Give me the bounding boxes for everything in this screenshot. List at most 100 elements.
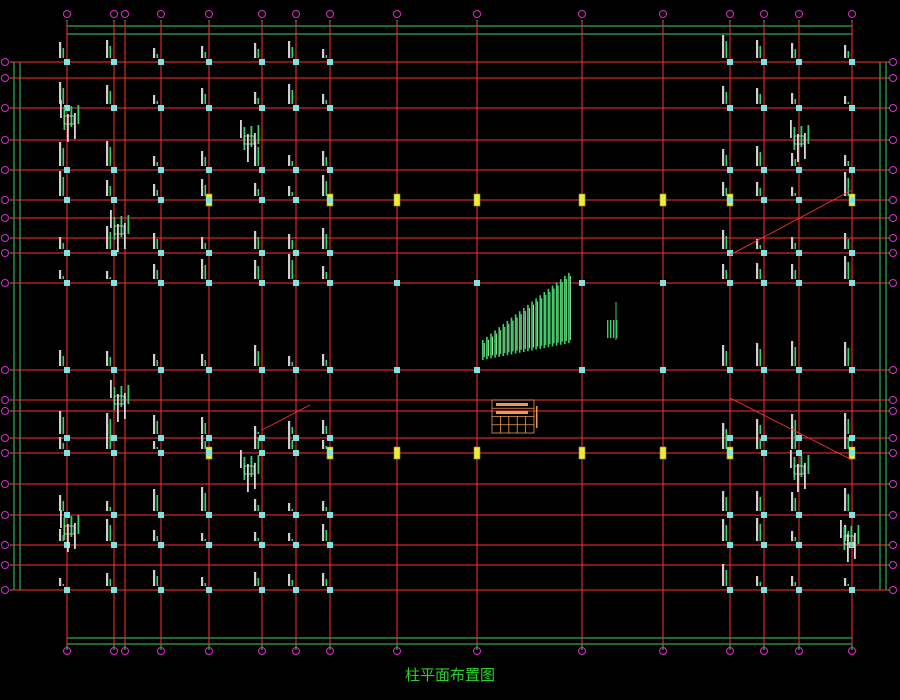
annotation-cluster-mark bbox=[110, 210, 112, 228]
column-small bbox=[64, 250, 70, 256]
column-small bbox=[761, 280, 767, 286]
column-small bbox=[761, 367, 767, 373]
column-small bbox=[206, 450, 212, 456]
column-small bbox=[727, 587, 733, 593]
column-small bbox=[259, 59, 265, 65]
column-tag bbox=[254, 260, 257, 279]
column-tag bbox=[791, 153, 794, 166]
column-small bbox=[796, 435, 802, 441]
column-tag bbox=[325, 272, 328, 279]
column-tag bbox=[722, 230, 725, 249]
column-tag bbox=[254, 92, 257, 104]
axis-bubble-left bbox=[1, 449, 9, 457]
column-tag bbox=[844, 578, 847, 586]
schedule-text-mark bbox=[535, 298, 537, 350]
column-tag bbox=[288, 434, 291, 449]
schedule-text-mark bbox=[482, 340, 484, 360]
column-tag bbox=[59, 171, 62, 196]
column-tag bbox=[153, 489, 156, 511]
column-small bbox=[327, 450, 333, 456]
annotation-cluster-mark bbox=[240, 450, 242, 468]
column-small bbox=[206, 435, 212, 441]
column-small bbox=[206, 250, 212, 256]
column-small bbox=[796, 542, 802, 548]
column-large bbox=[393, 446, 401, 460]
column-tag bbox=[59, 270, 62, 279]
leader-line bbox=[261, 404, 311, 431]
column-large bbox=[473, 446, 481, 460]
column-small bbox=[293, 542, 299, 548]
column-small bbox=[849, 59, 855, 65]
column-small bbox=[849, 367, 855, 373]
column-tag bbox=[109, 91, 112, 104]
column-tag bbox=[291, 260, 294, 279]
axis-bubble-top bbox=[726, 10, 734, 18]
axis-bubble-right bbox=[889, 249, 897, 257]
column-tag bbox=[204, 493, 207, 511]
column-small bbox=[394, 367, 400, 373]
column-tag bbox=[257, 266, 260, 279]
annotation-cluster-mark bbox=[790, 450, 792, 468]
column-small bbox=[111, 250, 117, 256]
column-small bbox=[158, 167, 164, 173]
column-small bbox=[111, 105, 117, 111]
axis-bubble-left bbox=[1, 234, 9, 242]
axis-bubble-right bbox=[889, 58, 897, 66]
column-small bbox=[158, 587, 164, 593]
schedule-text-mark bbox=[607, 320, 609, 338]
annotation-cluster-mark bbox=[127, 215, 130, 234]
column-small bbox=[158, 542, 164, 548]
axis-bubble-top bbox=[795, 10, 803, 18]
column-small bbox=[206, 512, 212, 518]
column-tag bbox=[759, 269, 762, 279]
column-large bbox=[578, 193, 586, 207]
column-tag bbox=[325, 100, 328, 104]
column-tag bbox=[62, 88, 65, 104]
column-tag bbox=[322, 524, 325, 541]
column-small bbox=[849, 167, 855, 173]
column-small bbox=[293, 367, 299, 373]
annotation-cluster-mark bbox=[797, 134, 799, 162]
schedule-text-mark bbox=[541, 298, 543, 346]
column-tag bbox=[847, 584, 850, 586]
column-tag bbox=[254, 183, 257, 196]
column-small bbox=[849, 197, 855, 203]
column-tag bbox=[288, 421, 291, 434]
column-tag bbox=[156, 162, 159, 166]
column-tag bbox=[322, 440, 325, 449]
column-small bbox=[849, 450, 855, 456]
schedule-text-mark bbox=[492, 336, 493, 356]
grid-lines bbox=[12, 22, 888, 645]
axis-bubble-right bbox=[889, 136, 897, 144]
column-tag bbox=[725, 570, 728, 586]
schedule-text-mark bbox=[483, 343, 485, 357]
axis-bubble-top bbox=[292, 10, 300, 18]
schedule-text-mark bbox=[545, 295, 547, 345]
axis-bubble-top bbox=[205, 10, 213, 18]
column-tag bbox=[109, 507, 112, 511]
column-tag bbox=[325, 426, 328, 434]
column-tag bbox=[291, 539, 294, 541]
column-small bbox=[327, 512, 333, 518]
column-tag bbox=[325, 181, 328, 196]
column-small bbox=[849, 587, 855, 593]
column-large bbox=[659, 446, 667, 460]
axis-bubble-top bbox=[63, 10, 71, 18]
column-tag bbox=[794, 347, 797, 366]
annotation-box bbox=[243, 465, 255, 475]
column-small bbox=[206, 167, 212, 173]
column-small bbox=[849, 512, 855, 518]
axis-bubble-left bbox=[1, 366, 9, 374]
axis-bubble-left bbox=[1, 434, 9, 442]
column-small bbox=[327, 105, 333, 111]
axis-bubble-right bbox=[889, 396, 897, 404]
column-tag bbox=[322, 354, 325, 366]
annotation-cluster-mark bbox=[847, 534, 849, 562]
column-tag bbox=[204, 243, 207, 249]
annotation-cluster-mark bbox=[60, 100, 62, 118]
column-small bbox=[293, 250, 299, 256]
column-tag bbox=[288, 574, 291, 586]
column-tag bbox=[791, 43, 794, 58]
column-tag bbox=[291, 161, 294, 166]
column-small bbox=[259, 167, 265, 173]
